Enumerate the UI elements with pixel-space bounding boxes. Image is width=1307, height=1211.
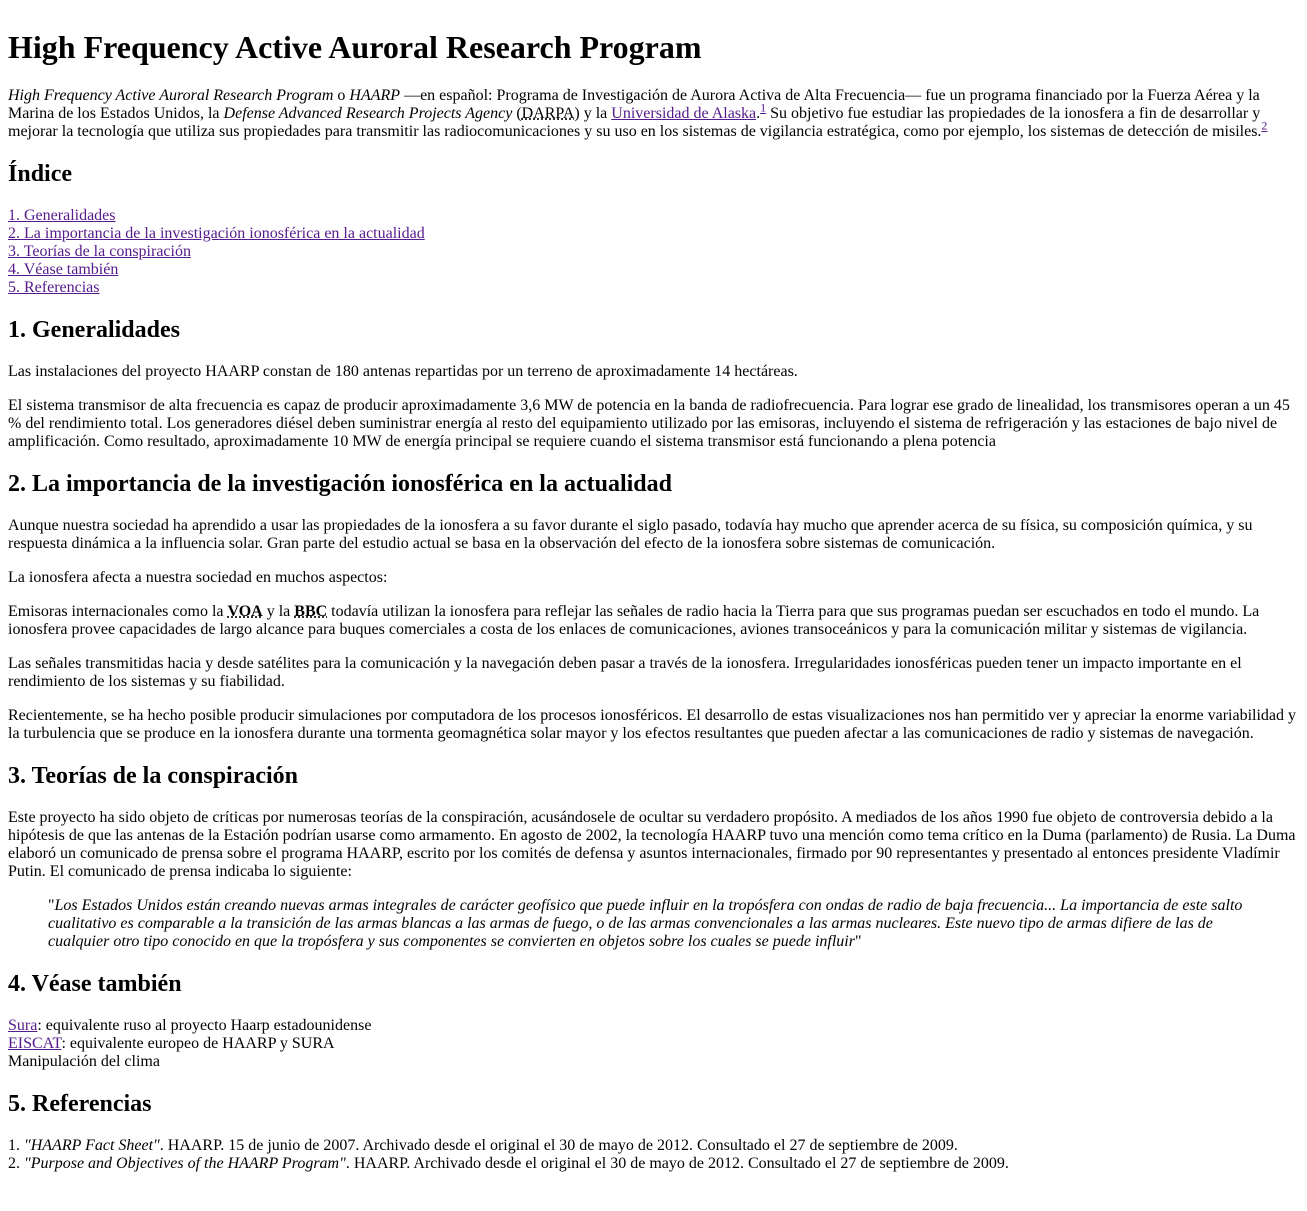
paragraph: Las señales transmitidas hacia y desde s…: [8, 655, 1242, 690]
toc-link-referencias[interactable]: 5. Referencias: [8, 279, 100, 296]
list-item: EISCAT: equivalente europeo de HAARP y S…: [8, 1035, 335, 1052]
eiscat-link[interactable]: EISCAT: [8, 1035, 61, 1052]
list-item: Sura: equivalente ruso al proyecto Haarp…: [8, 1017, 372, 1034]
toc-link-importancia[interactable]: 2. La importancia de la investigación io…: [8, 225, 425, 242]
paragraph: Aunque nuestra sociedad ha aprendido a u…: [8, 517, 1253, 552]
paragraph: Emisoras internacionales como la VOA y l…: [8, 603, 1260, 638]
see-also-list: Sura: equivalente ruso al proyecto Haarp…: [8, 1017, 1299, 1071]
paragraph: La ionosfera afecta a nuestra sociedad e…: [8, 569, 388, 586]
duma-quote: "Los Estados Unidos están creando nuevas…: [48, 897, 1243, 950]
reference-title: "Purpose and Objectives of the HAARP Pro…: [24, 1155, 346, 1172]
section-heading-generalidades: 1. Generalidades: [8, 317, 180, 343]
ref-2-link[interactable]: 2: [1261, 119, 1267, 133]
section-heading-vease-tambien: 4. Véase también: [8, 971, 182, 997]
intro-name-en: High Frequency Active Auroral Research P…: [8, 87, 334, 104]
intro-acronym: HAARP: [349, 87, 401, 104]
paragraph: Este proyecto ha sido objeto de críticas…: [8, 809, 1296, 880]
bbc-abbr: BBC: [294, 603, 328, 620]
table-of-contents: 1. Generalidades 2. La importancia de la…: [8, 207, 1299, 297]
reference-title: "HAARP Fact Sheet": [24, 1137, 160, 1154]
paragraph: Recientemente, se ha hecho posible produ…: [8, 707, 1297, 742]
section-heading-importancia: 2. La importancia de la investigación io…: [8, 471, 672, 497]
toc-link-vease-tambien[interactable]: 4. Véase también: [8, 261, 118, 278]
toc-link-generalidades[interactable]: 1. Generalidades: [8, 207, 116, 224]
paragraph: Las instalaciones del proyecto HAARP con…: [8, 363, 798, 380]
page-title: High Frequency Active Auroral Research P…: [8, 29, 702, 65]
toc-heading: Índice: [8, 161, 73, 187]
sura-link[interactable]: Sura: [8, 1017, 37, 1034]
list-item: 1. "HAARP Fact Sheet". HAARP. 15 de juni…: [8, 1137, 958, 1154]
paragraph: El sistema transmisor de alta frecuencia…: [8, 397, 1290, 450]
section-heading-referencias: 5. Referencias: [8, 1091, 152, 1117]
references-list: 1. "HAARP Fact Sheet". HAARP. 15 de juni…: [8, 1137, 1299, 1173]
list-item: 2. "Purpose and Objectives of the HAARP …: [8, 1155, 1009, 1172]
list-item: Manipulación del clima: [8, 1053, 160, 1070]
section-heading-conspiracion: 3. Teorías de la conspiración: [8, 763, 299, 789]
quote-text: Los Estados Unidos están creando nuevas …: [48, 897, 1243, 950]
toc-link-conspiracion[interactable]: 3. Teorías de la conspiración: [8, 243, 191, 260]
intro-paragraph: High Frequency Active Auroral Research P…: [8, 87, 1268, 140]
alaska-link[interactable]: Universidad de Alaska: [611, 105, 756, 122]
voa-abbr: VOA: [227, 603, 263, 620]
darpa-abbr: DARPA: [521, 105, 575, 122]
darpa-full-name: Defense Advanced Research Projects Agenc…: [223, 105, 513, 122]
